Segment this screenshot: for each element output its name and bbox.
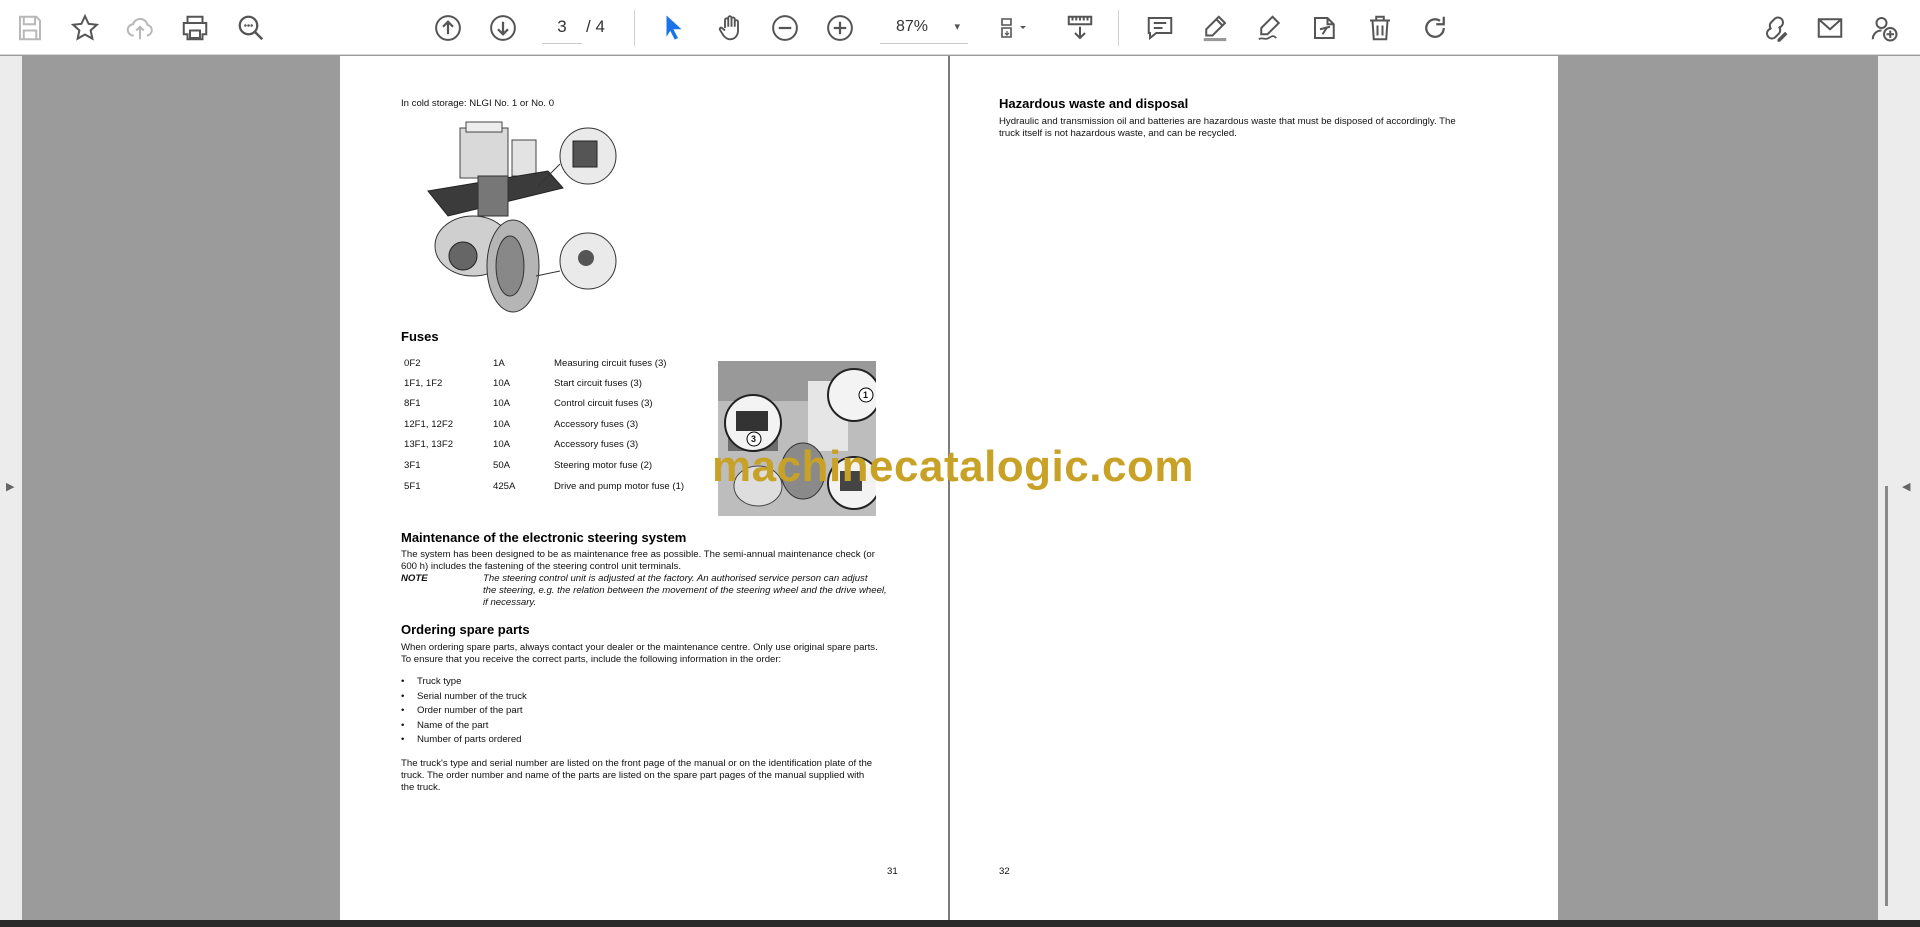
add-user-icon[interactable] (1866, 10, 1902, 46)
expand-right-panel-icon[interactable]: ◀ (1902, 480, 1910, 493)
expand-left-panel-icon[interactable]: ▶ (6, 480, 14, 493)
fuse-description: Start circuit fuses (3) (554, 378, 642, 389)
toolbar: 3 / 4 87% ▾ (0, 0, 1920, 55)
fuses-heading: Fuses (401, 329, 439, 344)
callout-1: 1 (863, 390, 869, 400)
zoom-level-value: 87% (896, 18, 929, 35)
fuse-box-photo: 1 3 (718, 361, 876, 516)
fuse-description: Control circuit fuses (3) (554, 398, 653, 409)
note-text: if necessary. (483, 597, 537, 608)
page-number: 32 (999, 866, 1010, 877)
page-total: / 4 (586, 17, 605, 36)
bullet: • (401, 705, 405, 716)
fuse-description: Drive and pump motor fuse (1) (554, 481, 685, 492)
spare-parts-text: To ensure that you receive the correct p… (401, 654, 782, 665)
spare-parts-heading: Ordering spare parts (401, 622, 530, 637)
fuse-id: 1F1, 1F2 (404, 378, 443, 389)
lubricant-note: In cold storage: NLGI No. 1 or No. 0 (401, 98, 555, 109)
fit-page-icon[interactable] (990, 10, 1036, 46)
redo-icon[interactable] (1417, 10, 1453, 46)
spare-parts-text: When ordering spare parts, always contac… (401, 642, 878, 653)
scroll-mode-icon[interactable] (1062, 10, 1098, 46)
fuse-description: Accessory fuses (3) (554, 439, 639, 450)
fuse-id: 0F2 (404, 358, 421, 369)
page-number-input[interactable]: 3 (542, 11, 582, 44)
steering-text: 600 h) includes the fastening of the ste… (401, 561, 681, 572)
print-icon[interactable] (177, 10, 213, 46)
bullet: • (401, 734, 405, 745)
closing-text: The truck's type and serial number are l… (401, 758, 873, 769)
chevron-down-icon: ▾ (954, 21, 960, 33)
page-down-icon[interactable] (485, 10, 521, 46)
stamp-icon[interactable] (1307, 10, 1343, 46)
draw-icon[interactable] (1252, 10, 1288, 46)
steering-heading: Maintenance of the electronic steering s… (401, 530, 687, 545)
taskbar-edge (0, 920, 1920, 927)
hazardous-waste-text: Hydraulic and transmission oil and batte… (999, 116, 1456, 127)
list-item: Number of parts ordered (417, 734, 522, 745)
watermark: machinecatalogic.com (712, 442, 1194, 491)
fuse-rating: 10A (493, 419, 511, 430)
closing-text: the truck. (401, 782, 441, 793)
drive-unit-illustration (427, 121, 617, 313)
hand-pan-icon[interactable] (712, 10, 748, 46)
zoom-level-select[interactable]: 87% ▾ (880, 11, 968, 44)
fuse-id: 12F1, 12F2 (404, 419, 454, 430)
list-item: Serial number of the truck (417, 691, 527, 702)
list-item: Order number of the part (417, 705, 523, 716)
highlight-icon[interactable] (1197, 10, 1233, 46)
fuse-rating: 10A (493, 439, 511, 450)
delete-icon[interactable] (1362, 10, 1398, 46)
fuse-rating: 50A (493, 460, 511, 471)
save-icon[interactable] (12, 10, 48, 46)
zoom-in-icon[interactable] (822, 10, 858, 46)
upload-cloud-icon[interactable] (122, 10, 158, 46)
scrollbar-thumb[interactable] (1885, 486, 1888, 906)
steering-text: The system has been designed to be as ma… (401, 549, 875, 560)
toolbar-divider (634, 10, 635, 46)
fuse-description: Accessory fuses (3) (554, 419, 639, 430)
fuse-description: Steering motor fuse (2) (554, 460, 653, 471)
page-up-icon[interactable] (430, 10, 466, 46)
list-item: Truck type (417, 676, 462, 687)
fuse-rating: 10A (493, 398, 511, 409)
page-number: 31 (887, 866, 898, 877)
note-label: NOTE (401, 573, 428, 584)
select-cursor-icon[interactable] (656, 10, 692, 46)
fuse-id: 8F1 (404, 398, 421, 409)
bullet: • (401, 676, 405, 687)
list-item: Name of the part (417, 720, 489, 731)
hazardous-waste-text: truck itself is not hazardous waste, and… (999, 128, 1237, 139)
note-text: The steering control unit is adjusted at… (483, 573, 868, 584)
bullet: • (401, 720, 405, 731)
share-edit-icon[interactable] (1757, 10, 1793, 46)
fuse-description: Measuring circuit fuses (3) (554, 358, 667, 369)
comment-icon[interactable] (1142, 10, 1178, 46)
hazardous-waste-heading: Hazardous waste and disposal (999, 96, 1189, 111)
fuse-id: 3F1 (404, 460, 421, 471)
fuse-id: 13F1, 13F2 (404, 439, 454, 450)
email-icon[interactable] (1812, 10, 1848, 46)
fuse-rating: 10A (493, 378, 511, 389)
closing-text: truck. The order number and name of the … (401, 770, 865, 781)
bullet: • (401, 691, 405, 702)
fuse-rating: 1A (493, 358, 505, 369)
toolbar-divider (1118, 10, 1119, 46)
note-text: the steering, e.g. the relation between … (483, 585, 887, 596)
bookmark-star-icon[interactable] (67, 10, 103, 46)
fuse-id: 5F1 (404, 481, 421, 492)
zoom-search-icon[interactable] (233, 10, 269, 46)
fuse-rating: 425A (493, 481, 516, 492)
zoom-out-icon[interactable] (767, 10, 803, 46)
